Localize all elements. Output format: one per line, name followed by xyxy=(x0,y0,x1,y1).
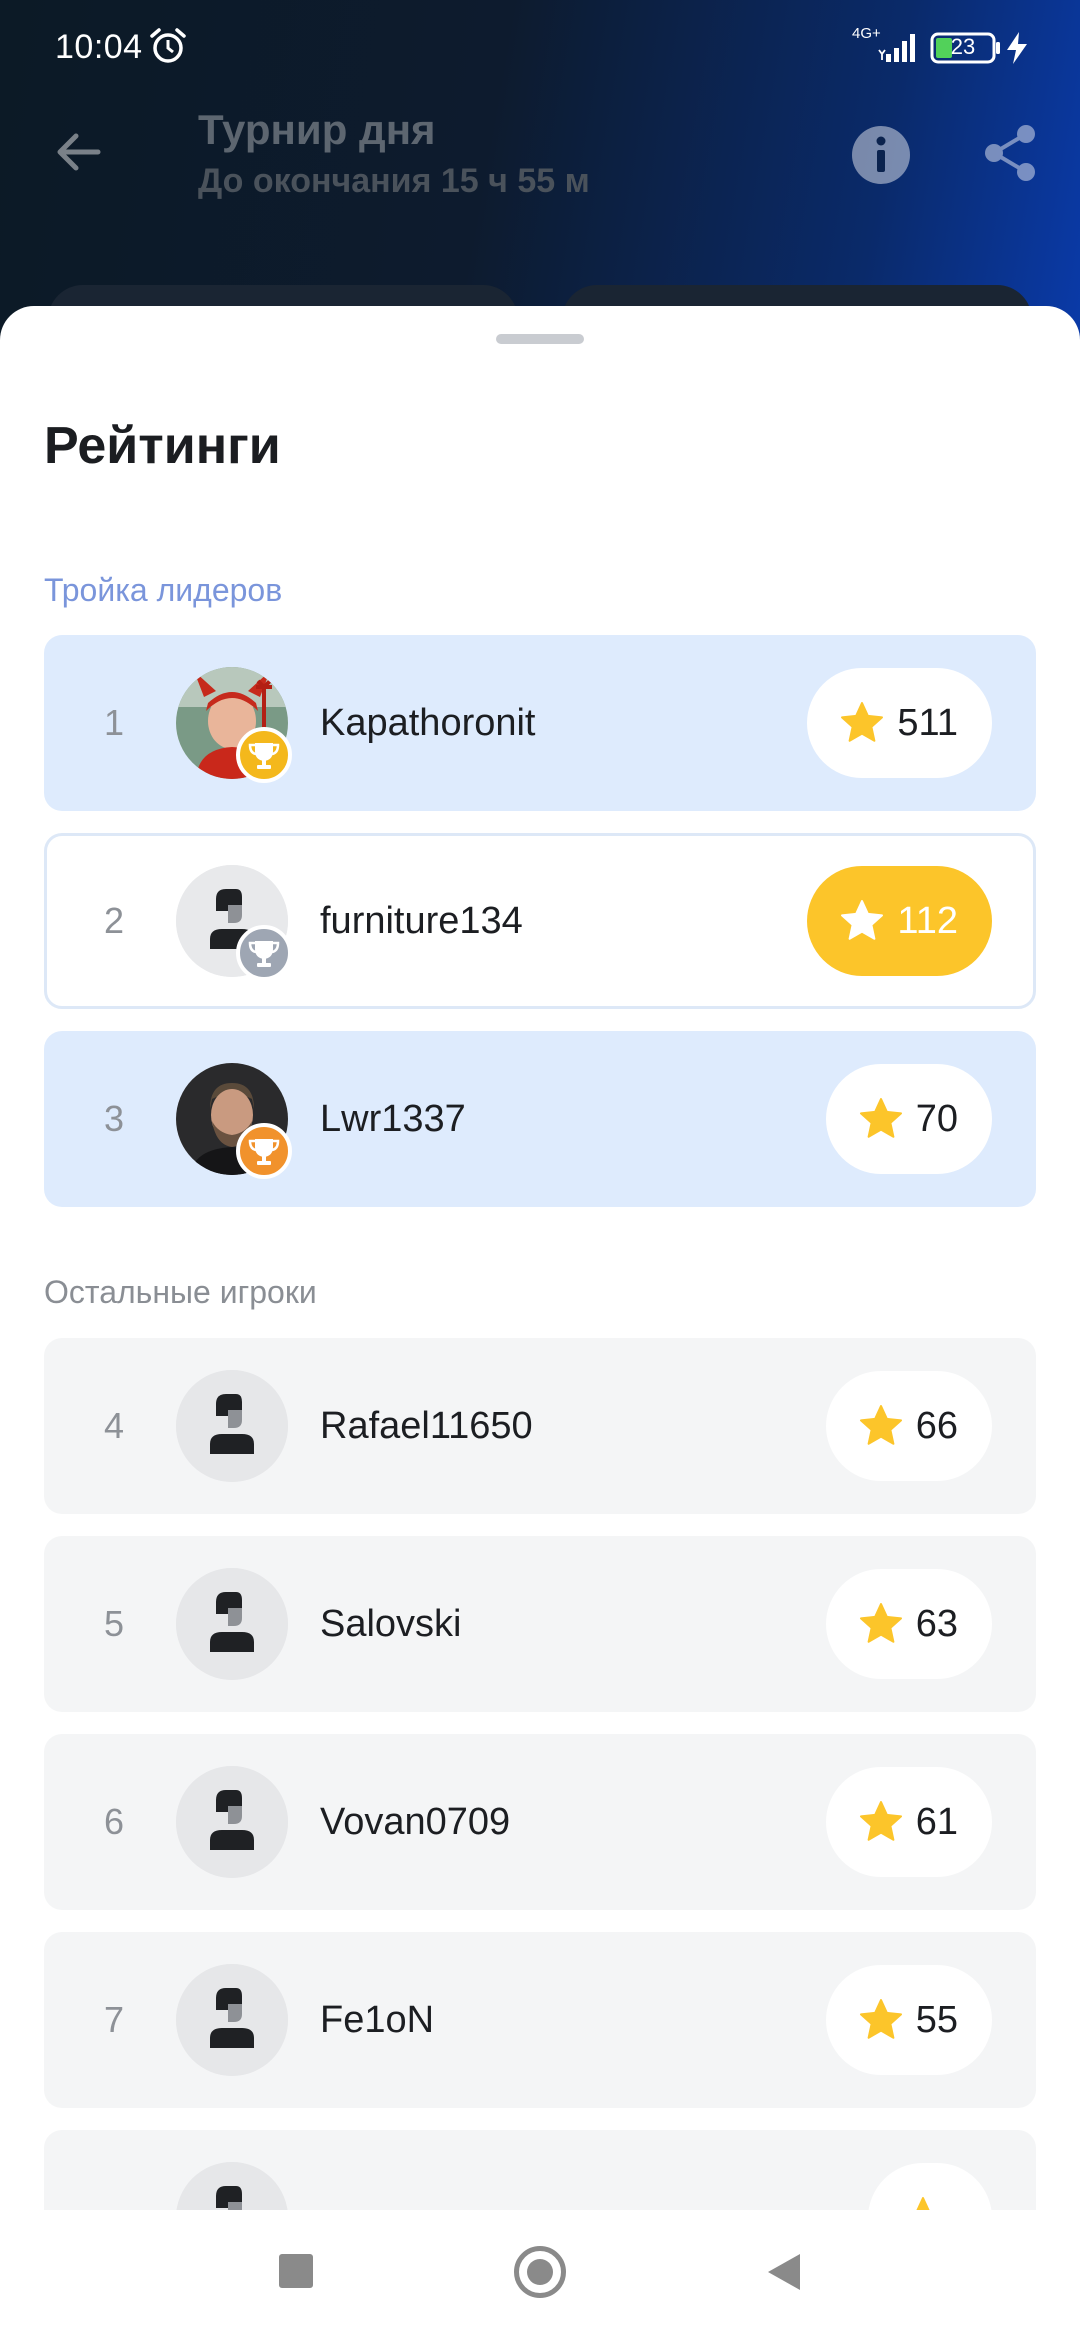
trophy-icon xyxy=(236,1123,292,1179)
player-name: furniture134 xyxy=(320,900,523,942)
rank-number: 1 xyxy=(103,702,125,743)
score-value: 63 xyxy=(915,1602,958,1645)
network-label: 4G+ xyxy=(852,25,881,42)
default-avatar-icon xyxy=(176,1964,288,2076)
player-name: Lwr1337 xyxy=(320,1098,466,1140)
score-value: 61 xyxy=(915,1800,958,1843)
player-name: Salovski xyxy=(320,1603,462,1645)
ratings-sheet: Рейтинги Тройка лидеров 1 Kapathoronit 5… xyxy=(0,306,1080,2210)
trophy-icon xyxy=(236,727,292,783)
home-button[interactable] xyxy=(514,2246,566,2298)
alarm-icon xyxy=(150,28,186,63)
score-pill: 63 xyxy=(825,1569,992,1679)
player-row[interactable]: 7 Fe1oN 55 xyxy=(44,1932,1036,2108)
back-triangle-icon[interactable] xyxy=(764,2252,804,2292)
star-icon xyxy=(859,1405,902,1445)
rank-number: 4 xyxy=(103,1405,125,1446)
star-icon xyxy=(859,1098,902,1138)
back-arrow-icon[interactable] xyxy=(52,126,104,178)
score-value: 511 xyxy=(897,701,958,744)
background-screen: 10:04 4G+ 23 Турнир дня До окончания 15 … xyxy=(0,0,1080,355)
rank-number: 7 xyxy=(103,1999,125,2040)
charge-icon xyxy=(1007,32,1027,64)
star-icon xyxy=(916,2197,930,2210)
score-pill: 511 xyxy=(807,668,992,778)
star-icon xyxy=(841,900,884,940)
score-value: 55 xyxy=(915,1998,958,2041)
player-row[interactable]: 4 Rafael11650 66 xyxy=(44,1338,1036,1514)
player-name: Fe1oN xyxy=(320,1999,435,2041)
star-icon xyxy=(841,702,884,742)
default-avatar-icon xyxy=(176,1766,288,1878)
player-name: Rafael11650 xyxy=(320,1405,533,1447)
battery-level: 23 xyxy=(950,34,976,59)
default-avatar-icon xyxy=(176,1370,288,1482)
leader-row[interactable]: 3 Lwr1337 70 xyxy=(44,1031,1036,1207)
score-pill: 112 xyxy=(807,866,992,976)
rank-number: 6 xyxy=(103,1801,125,1842)
score-pill: 55 xyxy=(825,1965,992,2075)
status-bar: 10:04 4G+ 23 xyxy=(0,0,1080,96)
score-pill: 66 xyxy=(825,1371,992,1481)
player-name: Kapathoronit xyxy=(320,702,536,744)
score-pill: 70 xyxy=(825,1064,992,1174)
score-value: 112 xyxy=(897,899,958,942)
tournament-countdown: До окончания 15 ч 55 м xyxy=(198,162,590,200)
leader-row[interactable]: 1 Kapathoronit 511 xyxy=(44,635,1036,811)
section-top-three-label: Тройка лидеров xyxy=(44,572,283,608)
default-avatar-icon xyxy=(176,2162,288,2210)
player-row[interactable] xyxy=(44,2130,1036,2210)
trophy-icon xyxy=(236,925,292,981)
share-icon[interactable] xyxy=(980,122,1042,184)
signal-icon xyxy=(878,34,915,62)
rank-number: 2 xyxy=(103,900,125,941)
info-icon[interactable] xyxy=(850,124,912,186)
default-avatar-icon xyxy=(176,1568,288,1680)
leader-row-current-user[interactable]: 2 furniture134 112 xyxy=(44,833,1036,1009)
rank-number: 3 xyxy=(103,1098,125,1139)
star-icon xyxy=(859,1603,902,1643)
sheet-title: Рейтинги xyxy=(44,417,281,475)
app-bar: Турнир дня До окончания 15 ч 55 м xyxy=(0,96,1080,216)
status-time: 10:04 xyxy=(55,28,143,66)
tournament-title: Турнир дня xyxy=(198,106,436,153)
section-others-label: Остальные игроки xyxy=(44,1274,317,1310)
score-pill: 61 xyxy=(825,1767,992,1877)
star-icon xyxy=(859,1801,902,1841)
system-navigation-bar xyxy=(0,2210,1080,2340)
recent-apps-button[interactable] xyxy=(279,2254,313,2288)
player-name: Vovan0709 xyxy=(320,1801,511,1843)
player-row[interactable]: 5 Salovski 63 xyxy=(44,1536,1036,1712)
rank-number: 5 xyxy=(103,1603,125,1644)
sheet-drag-handle[interactable] xyxy=(496,334,584,344)
score-pill xyxy=(868,2163,992,2210)
star-icon xyxy=(859,1999,902,2039)
score-value: 70 xyxy=(915,1097,958,1140)
score-value: 66 xyxy=(915,1404,958,1447)
player-row[interactable]: 6 Vovan0709 61 xyxy=(44,1734,1036,1910)
